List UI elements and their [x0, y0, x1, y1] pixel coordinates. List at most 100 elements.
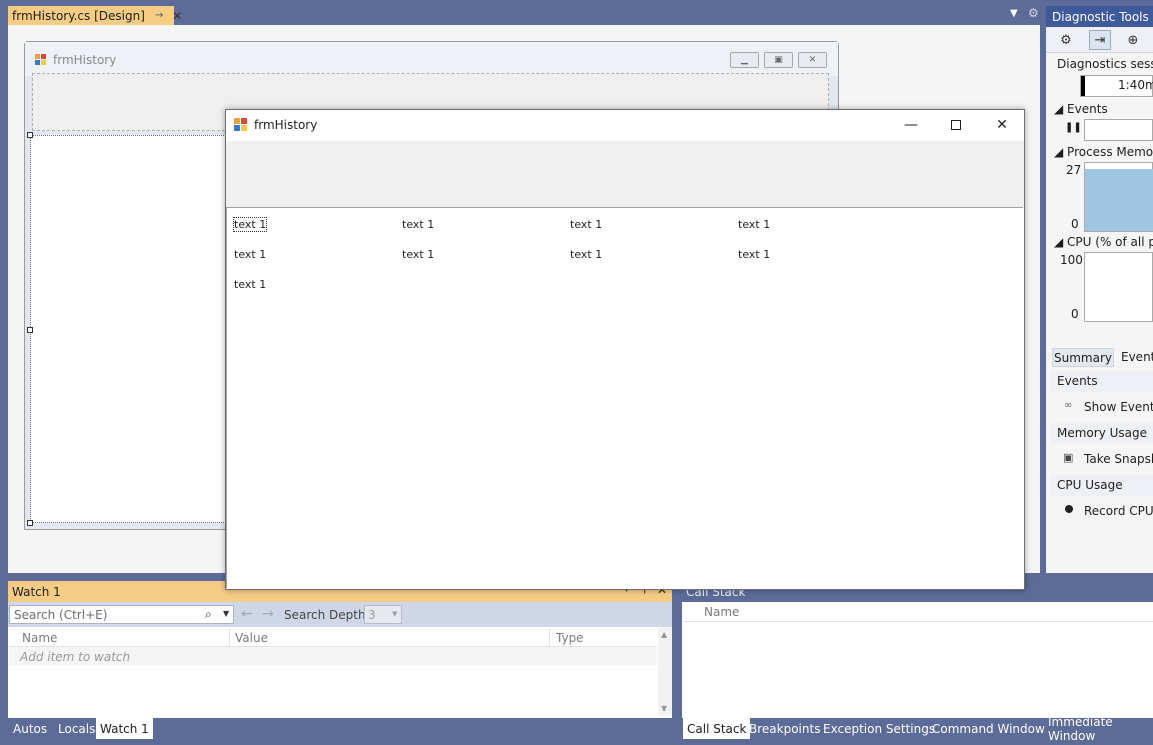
- cpu-usage-title: CPU Usage: [1057, 478, 1123, 492]
- column-value[interactable]: Value: [235, 631, 268, 645]
- grid-cell: text 1: [234, 248, 267, 261]
- resize-handle[interactable]: [27, 132, 33, 138]
- running-form-title: frmHistory: [254, 118, 318, 132]
- record-cpu-button[interactable]: Record CPU I: [1084, 504, 1153, 518]
- designer-form-title: frmHistory: [53, 53, 117, 67]
- grid-cell[interactable]: text 1: [232, 217, 268, 232]
- link-icon: ∞: [1064, 400, 1073, 411]
- diagnostic-tools-title: Diagnostic Tools: [1046, 6, 1153, 27]
- maximize-icon: [951, 120, 961, 130]
- events-section-title[interactable]: ◢ Events: [1054, 102, 1108, 116]
- tab-list-dropdown-icon[interactable]: ▼: [1010, 8, 1018, 19]
- designer-selected-panel[interactable]: [30, 135, 230, 523]
- events-graph: [1084, 119, 1153, 141]
- memory-usage-title: Memory Usage: [1057, 426, 1148, 440]
- pin-icon[interactable]: →: [155, 10, 163, 21]
- call-stack-column-name[interactable]: Name: [704, 605, 739, 619]
- tab-autos[interactable]: Autos: [9, 718, 51, 739]
- process-memory-graph: [1084, 162, 1153, 232]
- grid-cell: text 1: [402, 218, 435, 231]
- close-icon[interactable]: ✕: [172, 9, 182, 23]
- back-arrow-icon[interactable]: ←: [241, 606, 253, 622]
- minimize-icon: ▁: [730, 52, 759, 68]
- search-depth-select[interactable]: 3 ▼: [364, 605, 402, 624]
- close-button[interactable]: ✕: [987, 115, 1017, 135]
- memory-min-label: 0: [1071, 217, 1079, 231]
- call-stack-bottom-tabs: Call Stack Breakpoints Exception Setting…: [682, 715, 1153, 743]
- cpu-section-title[interactable]: ◢ CPU (% of all pro: [1054, 235, 1153, 249]
- designer-form-titlebar: [25, 42, 838, 76]
- tab-watch-1[interactable]: Watch 1: [96, 718, 153, 739]
- search-icon[interactable]: ⌕: [205, 607, 212, 622]
- cpu-graph: [1084, 252, 1153, 322]
- resize-handle[interactable]: [27, 520, 33, 526]
- running-form-frmhistory[interactable]: frmHistory — ✕ text 1 text 1 text 1 text…: [225, 109, 1025, 590]
- cpu-label: CPU (% of all pro: [1067, 235, 1153, 249]
- tab-call-stack[interactable]: Call Stack: [683, 718, 751, 739]
- column-type[interactable]: Type: [556, 631, 584, 645]
- resize-handle[interactable]: [27, 327, 33, 333]
- document-tab-frmhistory-design[interactable]: frmHistory.cs [Design] → ✕: [8, 6, 182, 25]
- grid-cell: text 1: [738, 218, 771, 231]
- forward-arrow-icon[interactable]: →: [262, 606, 274, 622]
- cpu-max-label: 100: [1060, 253, 1083, 267]
- camera-icon: ▣: [1063, 451, 1074, 464]
- record-icon: [1065, 505, 1073, 513]
- watch-scrollbar[interactable]: ▲ ▼: [658, 628, 672, 716]
- tab-breakpoints[interactable]: Breakpoints: [745, 718, 824, 739]
- diagnostics-session-label: Diagnostics sessio: [1057, 57, 1153, 71]
- search-depth-label: Search Depth:: [284, 608, 370, 622]
- chevron-down-icon: ▼: [392, 610, 398, 618]
- show-events-button[interactable]: Show Events: [1084, 400, 1153, 414]
- tab-exception-settings[interactable]: Exception Settings: [819, 718, 939, 739]
- grid-cell: text 1: [738, 248, 771, 261]
- chevron-down-icon[interactable]: ▼: [223, 609, 229, 618]
- watch-search-input[interactable]: Search (Ctrl+E) ⌕ ▼: [9, 605, 234, 624]
- process-memory-label: Process Memory: [1067, 145, 1153, 159]
- timeline-marker: [1081, 76, 1085, 96]
- zoom-in-icon[interactable]: ⊕: [1122, 30, 1144, 50]
- grid-cell: text 1: [570, 248, 603, 261]
- column-divider[interactable]: [549, 628, 550, 647]
- gear-icon[interactable]: ⚙: [1028, 6, 1039, 20]
- export-icon[interactable]: ⇥: [1089, 30, 1111, 50]
- column-divider[interactable]: [229, 628, 230, 647]
- memory-fill: [1085, 169, 1153, 231]
- scroll-down-icon[interactable]: ▼: [661, 704, 667, 713]
- grid-cell: text 1: [402, 248, 435, 261]
- tab-events[interactable]: Events: [1121, 350, 1153, 364]
- form-icon: [234, 118, 247, 131]
- scroll-up-icon[interactable]: ▲: [661, 630, 667, 639]
- document-tab-label: frmHistory.cs [Design]: [12, 8, 145, 23]
- events-label: Events: [1067, 102, 1108, 116]
- maximize-icon: ▣: [764, 52, 793, 68]
- pause-icon[interactable]: ❚❚: [1065, 122, 1082, 133]
- running-form-top-panel: [226, 141, 1024, 207]
- tab-command-window[interactable]: Command Window: [928, 718, 1049, 739]
- add-item-to-watch-placeholder[interactable]: Add item to watch: [20, 650, 130, 664]
- process-memory-section-title[interactable]: ◢ Process Memory: [1054, 145, 1153, 159]
- memory-max-label: 27: [1066, 163, 1082, 177]
- close-icon: ✕: [996, 117, 1008, 133]
- call-stack-header-row: [683, 602, 1153, 622]
- events-summary-title: Events: [1057, 374, 1098, 388]
- watch-search-placeholder: Search (Ctrl+E): [14, 607, 108, 622]
- gear-icon[interactable]: ⚙: [1055, 30, 1077, 50]
- minimize-icon: —: [904, 117, 918, 133]
- grid-cell: text 1: [234, 278, 267, 291]
- watch-title-label: Watch 1: [12, 584, 61, 599]
- tab-immediate-window[interactable]: Immediate Window: [1044, 715, 1153, 743]
- minimize-button[interactable]: —: [896, 115, 926, 135]
- tab-locals[interactable]: Locals: [54, 718, 99, 739]
- grid-cell: text 1: [570, 218, 603, 231]
- cpu-min-label: 0: [1071, 307, 1079, 321]
- column-name[interactable]: Name: [22, 631, 57, 645]
- search-depth-value: 3: [368, 607, 376, 622]
- take-snapshot-button[interactable]: Take Snapsho: [1084, 452, 1153, 466]
- close-icon: ✕: [798, 52, 827, 68]
- maximize-button[interactable]: [941, 115, 971, 135]
- watch-bottom-tabs: Autos Locals Watch 1: [8, 718, 672, 740]
- tab-summary[interactable]: Summary: [1052, 348, 1114, 367]
- diagnostic-toolbar: ⚙ ⇥ ⊕: [1046, 27, 1153, 53]
- running-form-text-grid: text 1 text 1 text 1 text 1 text 1 text …: [226, 207, 1023, 588]
